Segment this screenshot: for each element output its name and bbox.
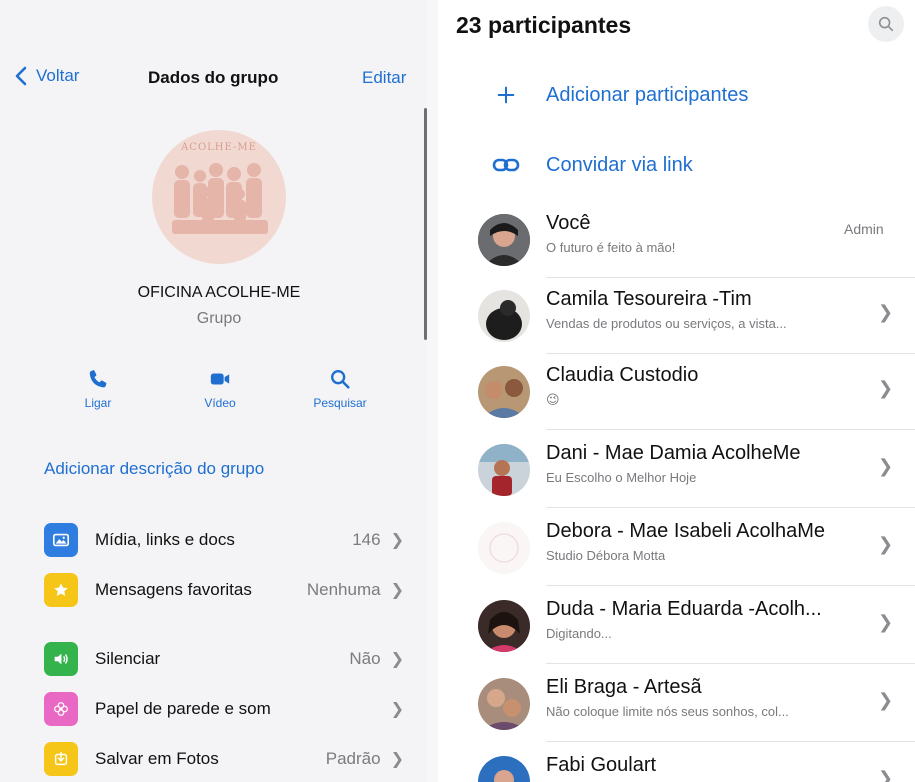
call-label: Ligar xyxy=(84,396,112,410)
participant-status: Não coloque limite nós seus sonhos, col.… xyxy=(546,704,789,719)
call-button[interactable]: Ligar xyxy=(58,368,138,410)
chevron-right-icon: ❯ xyxy=(390,701,404,718)
avatar xyxy=(478,756,530,782)
search-icon xyxy=(331,370,350,389)
flower-icon xyxy=(44,692,78,726)
chevron-right-icon: ❯ xyxy=(878,690,894,710)
row-divider xyxy=(546,663,915,664)
link-icon xyxy=(486,157,526,173)
settings-row-media[interactable]: Mídia, links e docs 146 ❯ xyxy=(44,522,404,558)
edit-button[interactable]: Editar xyxy=(362,68,406,88)
participant-name: Duda - Maria Eduarda -Acolh... xyxy=(546,598,822,620)
participant-row[interactable]: Fabi Goulart ❯ xyxy=(438,744,915,782)
chevron-right-icon: ❯ xyxy=(878,302,894,322)
participant-status: Studio Débora Motta xyxy=(546,548,666,563)
star-icon xyxy=(44,573,78,607)
avatar xyxy=(478,678,530,730)
participant-name: Fabi Goulart xyxy=(546,754,657,776)
avatar xyxy=(478,366,530,418)
settings-row-wallpaper[interactable]: Papel de parede e som ❯ xyxy=(44,691,404,727)
family-illustration-icon xyxy=(172,163,268,234)
participants-count-title: 23 participantes xyxy=(456,12,632,38)
group-info-panel: Voltar Dados do grupo Editar ACOLHE-ME O… xyxy=(0,0,426,782)
video-label: Vídeo xyxy=(204,396,236,410)
participants-search-button[interactable] xyxy=(868,6,904,42)
group-avatar[interactable]: ACOLHE-ME xyxy=(152,130,286,264)
settings-label: Papel de parede e som xyxy=(95,699,271,718)
avatar xyxy=(478,600,530,652)
page-title: Dados do grupo xyxy=(148,68,279,87)
participant-row[interactable]: Eli Braga - Artesã Não coloque limite nó… xyxy=(438,666,915,742)
chevron-right-icon: ❯ xyxy=(878,378,894,398)
row-divider xyxy=(546,741,915,742)
participant-status: Vendas de produtos ou serviços, a vista.… xyxy=(546,316,787,331)
participant-name: Eli Braga - Artesã xyxy=(546,676,702,698)
settings-label: Mídia, links e docs xyxy=(95,530,235,549)
participant-row[interactable]: Duda - Maria Eduarda -Acolh... Digitando… xyxy=(438,588,915,664)
participant-status: O futuro é feito à mão! xyxy=(546,240,676,255)
row-divider xyxy=(546,585,915,586)
chevron-right-icon: ❯ xyxy=(878,456,894,476)
chevron-right-icon: ❯ xyxy=(878,768,894,782)
settings-label: Salvar em Fotos xyxy=(95,749,219,768)
participants-panel: 23 participantes Adicionar participantes… xyxy=(438,0,915,782)
admin-badge: Admin xyxy=(844,221,884,237)
search-label: Pesquisar xyxy=(313,396,367,410)
avatar xyxy=(478,290,530,342)
chevron-right-icon: ❯ xyxy=(390,651,404,668)
participant-name: Claudia Custodio xyxy=(546,364,699,386)
participant-name: Debora - Mae Isabeli AcolhaMe xyxy=(546,520,826,542)
participant-row[interactable]: Debora - Mae Isabeli AcolhaMe Studio Déb… xyxy=(438,510,915,586)
add-participants-label: Adicionar participantes xyxy=(546,83,749,106)
add-participants-button[interactable]: Adicionar participantes xyxy=(438,67,915,123)
search-icon xyxy=(878,16,894,32)
invite-link-button[interactable]: Convidar via link xyxy=(438,137,915,193)
settings-value: Não xyxy=(349,649,381,668)
participant-row[interactable]: Você O futuro é feito à mão! Admin xyxy=(438,202,915,278)
participant-row[interactable]: Dani - Mae Damia AcolheMe Eu Escolho o M… xyxy=(438,432,915,508)
avatar xyxy=(478,214,530,266)
video-icon xyxy=(210,373,230,385)
settings-value: Padrão xyxy=(325,749,381,768)
avatar xyxy=(478,522,530,574)
row-divider xyxy=(546,429,915,430)
speaker-icon xyxy=(44,642,78,676)
participant-row[interactable]: Claudia Custodio 😉 ❯ xyxy=(438,354,915,430)
back-button[interactable]: Voltar xyxy=(14,66,79,86)
participant-name: Camila Tesoureira -Tim xyxy=(546,288,752,310)
back-label: Voltar xyxy=(36,66,80,85)
participant-status: Digitando... xyxy=(546,626,612,641)
phone-icon xyxy=(89,370,107,388)
add-description-link[interactable]: Adicionar descrição do grupo xyxy=(44,459,264,479)
chevron-right-icon: ❯ xyxy=(390,751,404,768)
participant-name: Dani - Mae Damia AcolheMe xyxy=(546,442,801,464)
video-button[interactable]: Vídeo xyxy=(180,368,260,410)
settings-label: Mensagens favoritas xyxy=(95,580,252,599)
group-type: Grupo xyxy=(196,310,242,327)
row-divider xyxy=(546,507,915,508)
chevron-right-icon: ❯ xyxy=(878,534,894,554)
group-name: OFICINA ACOLHE-ME xyxy=(137,284,301,301)
avatar xyxy=(478,444,530,496)
settings-label: Silenciar xyxy=(95,649,161,668)
settings-value: 146 xyxy=(352,530,381,549)
invite-link-label: Convidar via link xyxy=(546,153,693,176)
download-icon xyxy=(44,742,78,776)
photo-icon xyxy=(44,523,78,557)
participant-row[interactable]: Camila Tesoureira -Tim Vendas de produto… xyxy=(438,278,915,354)
panel-divider[interactable] xyxy=(424,108,427,340)
settings-row-mute[interactable]: Silenciar Não ❯ xyxy=(44,641,404,677)
chevron-right-icon: ❯ xyxy=(390,582,404,599)
search-chat-button[interactable]: Pesquisar xyxy=(300,368,380,410)
participant-name: Você xyxy=(546,212,591,234)
chevron-right-icon: ❯ xyxy=(390,532,404,549)
plus-icon xyxy=(486,84,526,106)
chevron-left-icon xyxy=(15,66,27,86)
participant-status: Eu Escolho o Melhor Hoje xyxy=(546,470,697,485)
participant-status: 😉 xyxy=(546,392,560,407)
settings-row-save-photos[interactable]: Salvar em Fotos Padrão ❯ xyxy=(44,741,404,777)
settings-value: Nenhuma xyxy=(306,580,381,599)
chevron-right-icon: ❯ xyxy=(878,612,894,632)
settings-row-starred[interactable]: Mensagens favoritas Nenhuma ❯ xyxy=(44,572,404,608)
